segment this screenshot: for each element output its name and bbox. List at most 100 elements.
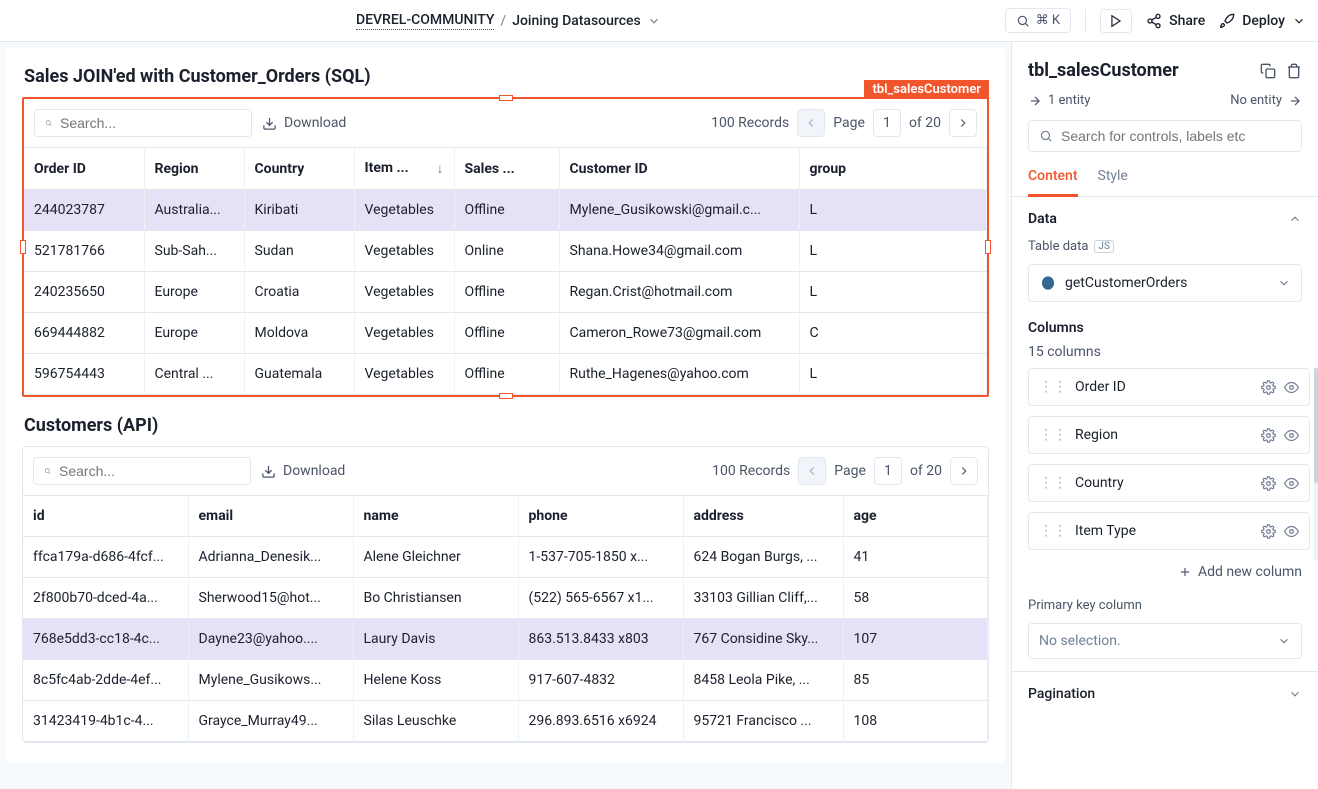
tab-content[interactable]: Content (1028, 162, 1078, 197)
search-input[interactable] (59, 463, 240, 479)
drag-handle-icon[interactable]: ⋮⋮ (1039, 475, 1067, 491)
chevron-down-icon (1277, 276, 1291, 290)
gear-icon[interactable] (1261, 428, 1276, 443)
table-cell: 95721 Francisco ... (683, 701, 843, 742)
table-widget-customers[interactable]: Download 100 Records Page 1 of 20 (22, 446, 989, 743)
table-row[interactable]: 521781766Sub-Sah...SudanVegetablesOnline… (24, 231, 987, 272)
breadcrumb-project[interactable]: DEVREL-COMMUNITY (356, 12, 494, 30)
drag-handle-icon[interactable]: ⋮⋮ (1039, 427, 1067, 443)
table-row[interactable]: 31423419-4b1c-4...Grayce_Murray49...Sila… (23, 701, 988, 742)
resize-handle-right[interactable] (985, 240, 991, 254)
table-widget-sales[interactable]: tbl_salesCustomer Download (22, 97, 989, 397)
table-cell: Croatia (244, 272, 354, 313)
table-cell: Mylene_Gusikowski@gmail.c... (559, 190, 799, 231)
drag-handle-icon[interactable]: ⋮⋮ (1039, 379, 1067, 395)
page-number[interactable]: 1 (873, 109, 901, 137)
table-row[interactable]: 8c5fc4ab-2dde-4ef...Mylene_Gusikows...He… (23, 660, 988, 701)
table-row[interactable]: 669444882EuropeMoldovaVegetablesOfflineC… (24, 313, 987, 354)
gear-icon[interactable] (1261, 524, 1276, 539)
column-item[interactable]: ⋮⋮ Country (1028, 464, 1310, 502)
next-page-button[interactable] (950, 457, 978, 485)
pk-select[interactable]: No selection. (1028, 623, 1302, 659)
col-header[interactable]: email (188, 496, 353, 537)
entity-in[interactable]: 1 entity (1048, 93, 1090, 108)
table-row[interactable]: 2f800b70-dced-4a...Sherwood15@hot...Bo C… (23, 578, 988, 619)
table-cell: Sudan (244, 231, 354, 272)
chevron-down-icon[interactable] (647, 14, 661, 28)
download-button[interactable]: Download (262, 115, 346, 131)
table-row[interactable]: 768e5dd3-cc18-4c...Dayne23@yahoo....Laur… (23, 619, 988, 660)
col-header[interactable]: name (353, 496, 518, 537)
table-cell: Ruthe_Hagenes@yahoo.com (559, 354, 799, 395)
prev-page-button[interactable] (797, 109, 825, 137)
download-button[interactable]: Download (261, 463, 345, 479)
entity-out[interactable]: No entity (1230, 93, 1282, 108)
eye-icon[interactable] (1284, 524, 1299, 539)
search-input[interactable] (60, 115, 241, 131)
data-table-customers: id email name phone address age ffca179a… (23, 496, 988, 742)
search-box[interactable] (33, 457, 251, 485)
resize-handle-left[interactable] (20, 240, 26, 254)
drag-handle-icon[interactable]: ⋮⋮ (1039, 523, 1067, 539)
deploy-label: Deploy (1242, 13, 1285, 29)
column-item[interactable]: ⋮⋮ Order ID (1028, 368, 1310, 406)
chevron-up-icon[interactable] (1288, 212, 1302, 226)
col-header[interactable]: Sales ... (454, 148, 559, 190)
next-page-button[interactable] (949, 109, 977, 137)
table-row[interactable]: 596754443Central ...GuatemalaVegetablesO… (24, 354, 987, 395)
table-cell: Helene Koss (353, 660, 518, 701)
table-cell: Sub-Sah... (144, 231, 244, 272)
column-item[interactable]: ⋮⋮ Item Type (1028, 512, 1310, 550)
col-header[interactable]: Customer ID (559, 148, 799, 190)
eye-icon[interactable] (1284, 428, 1299, 443)
prev-page-button[interactable] (798, 457, 826, 485)
table-row[interactable]: 240235650EuropeCroatiaVegetablesOfflineR… (24, 272, 987, 313)
eye-icon[interactable] (1284, 380, 1299, 395)
table-cell: 2f800b70-dced-4a... (23, 578, 188, 619)
pager: 100 Records Page 1 of 20 (711, 109, 977, 137)
col-header[interactable]: phone (518, 496, 683, 537)
table-cell: ffca179a-d686-4fcf... (23, 537, 188, 578)
gear-icon[interactable] (1261, 380, 1276, 395)
copy-icon[interactable] (1260, 63, 1276, 79)
panel-search-input[interactable] (1061, 128, 1291, 144)
col-header[interactable]: group (799, 148, 987, 190)
resize-handle-top[interactable] (499, 95, 513, 101)
table-row[interactable]: ffca179a-d686-4fcf...Adrianna_Denesik...… (23, 537, 988, 578)
plus-icon (1178, 565, 1192, 579)
share-button[interactable]: Share (1146, 13, 1205, 29)
resize-handle-bottom[interactable] (499, 393, 513, 399)
add-column-button[interactable]: Add new column (1012, 560, 1318, 594)
deploy-button[interactable]: Deploy (1219, 13, 1306, 29)
trash-icon[interactable] (1286, 63, 1302, 79)
column-item[interactable]: ⋮⋮ Region (1028, 416, 1310, 454)
pager: 100 Records Page 1 of 20 (712, 457, 978, 485)
table-cell: Vegetables (354, 190, 454, 231)
tab-style[interactable]: Style (1098, 162, 1128, 196)
gear-icon[interactable] (1261, 476, 1276, 491)
col-header[interactable]: Region (144, 148, 244, 190)
table-row[interactable]: 244023787Australia...KiribatiVegetablesO… (24, 190, 987, 231)
breadcrumb-separator: / (500, 13, 506, 29)
col-header[interactable]: Country (244, 148, 354, 190)
col-header[interactable]: id (23, 496, 188, 537)
col-header[interactable]: age (843, 496, 988, 537)
chevron-down-icon[interactable] (1288, 687, 1302, 701)
table-cell: Adrianna_Denesik... (188, 537, 353, 578)
col-header[interactable]: Order ID (24, 148, 144, 190)
breadcrumb-page[interactable]: Joining Datasources (512, 13, 641, 29)
eye-icon[interactable] (1284, 476, 1299, 491)
search-box[interactable] (34, 109, 252, 137)
scrollbar[interactable] (1314, 368, 1318, 560)
page-number[interactable]: 1 (874, 457, 902, 485)
table-data-select[interactable]: getCustomerOrders (1028, 264, 1302, 302)
play-button[interactable] (1100, 9, 1132, 33)
table-cell: Laury Davis (353, 619, 518, 660)
col-header[interactable]: Item ...↓ (354, 148, 454, 190)
column-list: ⋮⋮ Order ID ⋮⋮ Region ⋮⋮ Country ⋮⋮ Item… (1012, 368, 1318, 560)
col-header[interactable]: address (683, 496, 843, 537)
panel-search[interactable] (1028, 120, 1302, 152)
table-cell: L (799, 354, 987, 395)
pagination-header[interactable]: Pagination (1028, 686, 1095, 702)
command-palette-button[interactable]: ⌘ K (1005, 8, 1071, 33)
